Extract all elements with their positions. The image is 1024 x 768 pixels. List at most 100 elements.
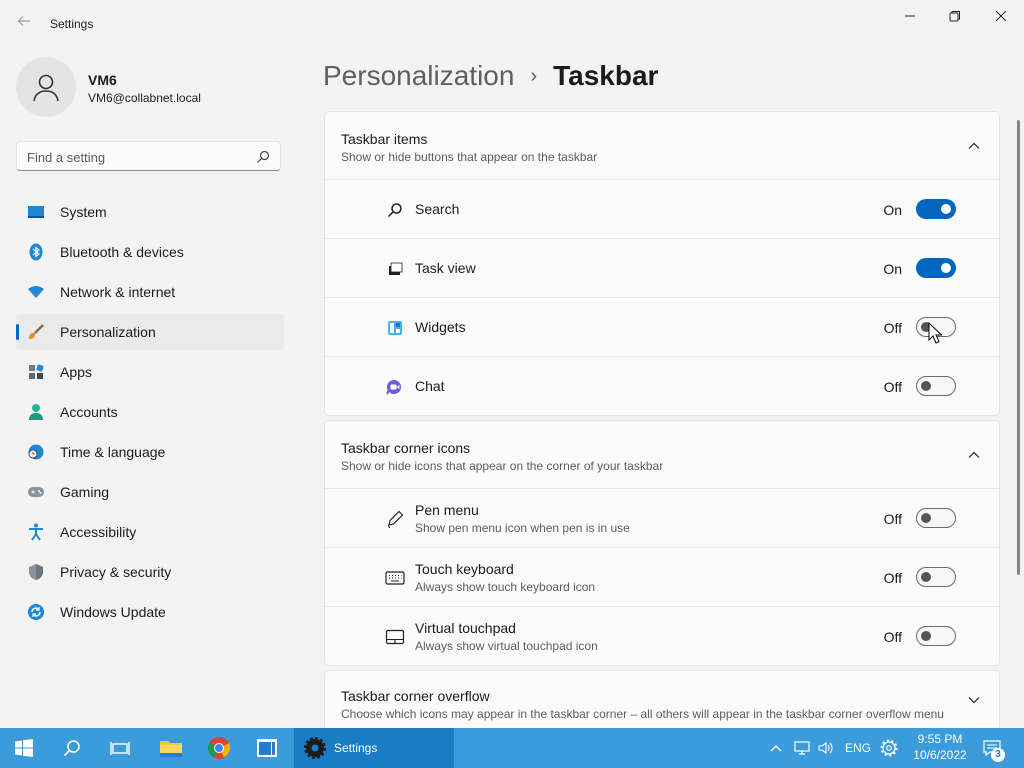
sidebar-item-bluetooth[interactable]: Bluetooth & devices <box>16 234 284 270</box>
setting-label: Search <box>415 201 460 217</box>
sidebar-item-gaming[interactable]: Gaming <box>16 474 284 510</box>
minimize-button[interactable] <box>887 0 933 32</box>
scrollbar[interactable] <box>1017 120 1020 575</box>
sidebar-item-windows-update[interactable]: Windows Update <box>16 594 284 630</box>
section-title: Taskbar corner icons <box>341 440 471 456</box>
sidebar-item-label: Gaming <box>60 484 110 500</box>
update-icon <box>27 603 45 621</box>
gear-icon <box>304 737 326 759</box>
setting-label: Chat <box>415 378 445 394</box>
toggle-state-label: Off <box>883 511 902 527</box>
section-header-taskbar-items[interactable]: Taskbar items Show or hide buttons that … <box>325 112 999 180</box>
sidebar-item-time-language[interactable]: Time & language <box>16 434 284 470</box>
apps-icon <box>27 363 45 381</box>
volume-icon[interactable] <box>818 728 836 768</box>
pinned-app-button[interactable] <box>244 728 290 768</box>
setting-row-virtual-touchpad: Virtual touchpad Always show virtual tou… <box>325 607 999 665</box>
taskbar-app-settings[interactable]: Settings <box>294 728 454 768</box>
restore-button[interactable] <box>932 0 978 32</box>
sidebar-item-personalization[interactable]: Personalization <box>16 314 284 350</box>
touch-keyboard-toggle[interactable] <box>916 567 956 587</box>
breadcrumb-parent-link[interactable]: Personalization <box>323 60 514 92</box>
search-icon <box>385 200 405 220</box>
system-icon <box>27 203 45 221</box>
pen-menu-toggle[interactable] <box>916 508 956 528</box>
sidebar-item-label: Network & internet <box>60 284 176 300</box>
section-subtitle: Show or hide icons that appear on the co… <box>341 459 664 473</box>
clock[interactable]: 9:55 PM 10/6/2022 <box>908 731 972 763</box>
sidebar-item-apps[interactable]: Apps <box>16 354 284 390</box>
setting-row-chat: Chat Off <box>325 357 999 415</box>
setting-row-search: Search On <box>325 180 999 239</box>
settings-tray-icon[interactable] <box>880 728 900 768</box>
sidebar-item-privacy-security[interactable]: Privacy & security <box>16 554 284 590</box>
folder-icon <box>160 741 182 757</box>
chrome-icon <box>208 737 231 759</box>
sidebar-item-label: Apps <box>60 364 92 380</box>
toggle-state-label: On <box>883 261 902 277</box>
sidebar-item-label: System <box>60 204 107 220</box>
keyboard-icon <box>385 568 405 588</box>
sidebar-item-label: Bluetooth & devices <box>60 244 184 260</box>
setting-row-pen-menu: Pen menu Show pen menu icon when pen is … <box>325 489 999 548</box>
search-input[interactable]: Find a setting <box>16 141 281 171</box>
setting-row-touch-keyboard: Touch keyboard Always show touch keyboar… <box>325 548 999 607</box>
network-icon <box>27 283 45 301</box>
sidebar-item-accounts[interactable]: Accounts <box>16 394 284 430</box>
chevron-up-icon[interactable] <box>967 448 981 462</box>
touchpad-icon <box>385 627 405 647</box>
task-view-icon <box>110 742 130 755</box>
window-app-icon <box>257 739 277 757</box>
avatar[interactable] <box>16 57 76 117</box>
app-title: Settings <box>50 17 94 31</box>
section-header-taskbar-corner-icons[interactable]: Taskbar corner icons Show or hide icons … <box>325 421 999 489</box>
bluetooth-icon <box>27 243 45 261</box>
sidebar-item-network[interactable]: Network & internet <box>16 274 284 310</box>
task-view-toggle[interactable] <box>916 258 956 278</box>
file-explorer-button[interactable] <box>148 728 194 768</box>
language-indicator[interactable]: ENG <box>845 728 871 768</box>
breadcrumb: Personalization › Taskbar <box>323 56 658 96</box>
chevron-up-icon[interactable] <box>967 139 981 153</box>
chevron-down-icon[interactable] <box>967 693 981 707</box>
chat-toggle[interactable] <box>916 376 956 396</box>
clock-time: 9:55 PM <box>917 732 963 746</box>
sidebar-nav: System Bluetooth & devices Network & int… <box>16 194 284 634</box>
windows-logo-icon <box>15 739 33 757</box>
toggle-state-label: Off <box>883 629 902 645</box>
setting-row-task-view: Task view On <box>325 239 999 298</box>
search-toggle[interactable] <box>916 199 956 219</box>
search-placeholder: Find a setting <box>27 150 106 165</box>
taskbar: Settings ENG 9:55 PM 10/6/2022 3 <box>0 728 1024 768</box>
chrome-button[interactable] <box>196 728 242 768</box>
section-header-taskbar-corner-overflow[interactable]: Taskbar corner overflow Choose which ico… <box>325 671 999 731</box>
notification-badge: 3 <box>991 748 1005 762</box>
taskbar-app-label: Settings <box>334 741 378 755</box>
start-button[interactable] <box>0 728 48 768</box>
section-taskbar-corner-icons: Taskbar corner icons Show or hide icons … <box>324 420 1000 666</box>
sidebar-item-accessibility[interactable]: Accessibility <box>16 514 284 550</box>
task-view-button[interactable] <box>96 728 144 768</box>
mouse-cursor-icon <box>928 322 942 344</box>
sidebar-item-system[interactable]: System <box>16 194 284 230</box>
close-button[interactable] <box>978 0 1024 32</box>
network-tray-icon[interactable] <box>794 728 812 768</box>
toggle-state-label: On <box>883 202 902 218</box>
chat-icon <box>385 377 405 397</box>
setting-label: Pen menu <box>415 502 479 518</box>
shield-icon <box>27 563 45 581</box>
user-email: VM6@collabnet.local <box>88 91 201 105</box>
accounts-icon <box>27 403 45 421</box>
section-title: Taskbar corner overflow <box>341 688 490 704</box>
show-hidden-icons-button[interactable] <box>770 728 790 768</box>
sidebar-item-label: Time & language <box>60 444 166 460</box>
back-arrow-icon[interactable] <box>14 14 34 34</box>
taskbar-search-button[interactable] <box>48 728 96 768</box>
virtual-touchpad-toggle[interactable] <box>916 626 956 646</box>
toggle-state-label: Off <box>883 570 902 586</box>
setting-label: Task view <box>415 260 476 276</box>
sidebar-item-label: Accounts <box>60 404 118 420</box>
gear-icon <box>880 739 898 757</box>
clock-globe-icon <box>27 443 45 461</box>
setting-description: Always show virtual touchpad icon <box>415 639 598 653</box>
